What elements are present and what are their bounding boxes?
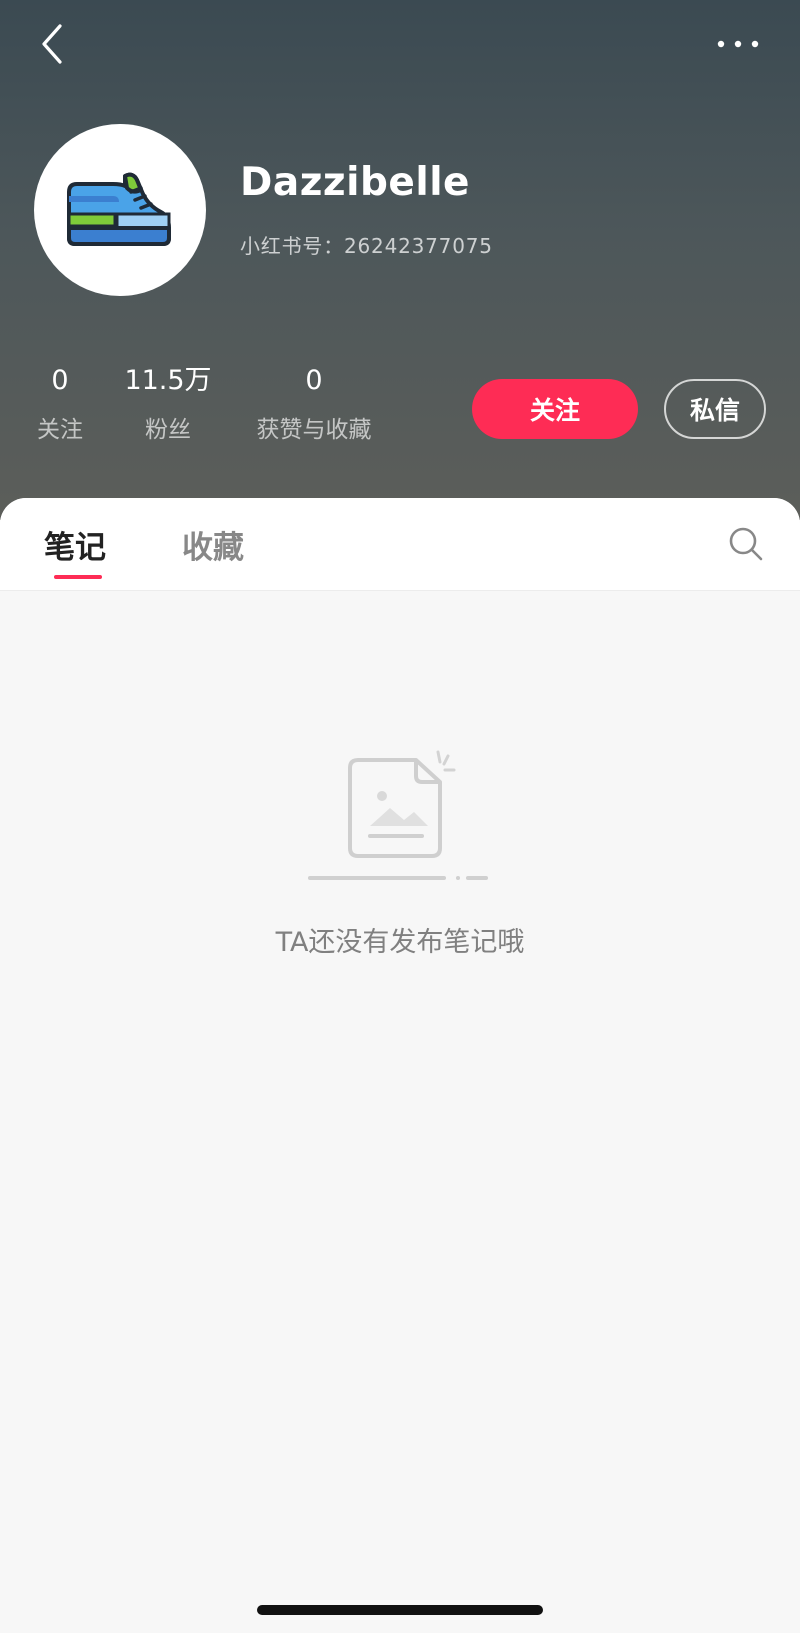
tab-bar: 笔记 收藏 (0, 498, 800, 591)
home-indicator[interactable] (257, 1605, 543, 1615)
stat-followers-value: 11.5万 (124, 365, 212, 396)
more-options-button[interactable] (710, 26, 766, 62)
profile-header: Dazzibelle 小红书号：26242377075 0 关注 11.5万 粉… (0, 0, 800, 520)
active-tab-indicator (54, 575, 102, 579)
empty-state-text: TA还没有发布笔记哦 (275, 927, 525, 958)
avatar[interactable] (34, 124, 206, 296)
content-panel: 笔记 收藏 (0, 498, 800, 1633)
back-button[interactable] (34, 18, 70, 70)
message-button[interactable]: 私信 (664, 379, 766, 439)
profile-name: Dazzibelle (240, 160, 471, 205)
stat-likes-value: 0 (305, 365, 323, 396)
stat-following[interactable]: 0 关注 (34, 364, 86, 444)
chevron-left-icon (42, 24, 62, 64)
tab-collections[interactable]: 收藏 (182, 522, 244, 567)
account-id: 小红书号：26242377075 (240, 234, 493, 258)
stats-row: 0 关注 11.5万 粉丝 0 获赞与收藏 (0, 364, 420, 444)
stat-followers[interactable]: 11.5万 粉丝 (118, 364, 218, 444)
search-icon (729, 527, 763, 561)
empty-note-icon (308, 750, 488, 880)
search-button[interactable] (726, 524, 766, 564)
tab-notes[interactable]: 笔记 (44, 522, 106, 567)
ellipsis-horizontal-icon (717, 40, 759, 48)
follow-button[interactable]: 关注 (472, 379, 638, 439)
stat-following-value: 0 (51, 365, 69, 396)
stat-likes-label: 获赞与收藏 (256, 417, 372, 443)
stat-followers-label: 粉丝 (145, 417, 191, 443)
stat-following-label: 关注 (37, 417, 83, 443)
sneaker-icon (67, 172, 171, 246)
stat-likes[interactable]: 0 获赞与收藏 (248, 364, 380, 444)
